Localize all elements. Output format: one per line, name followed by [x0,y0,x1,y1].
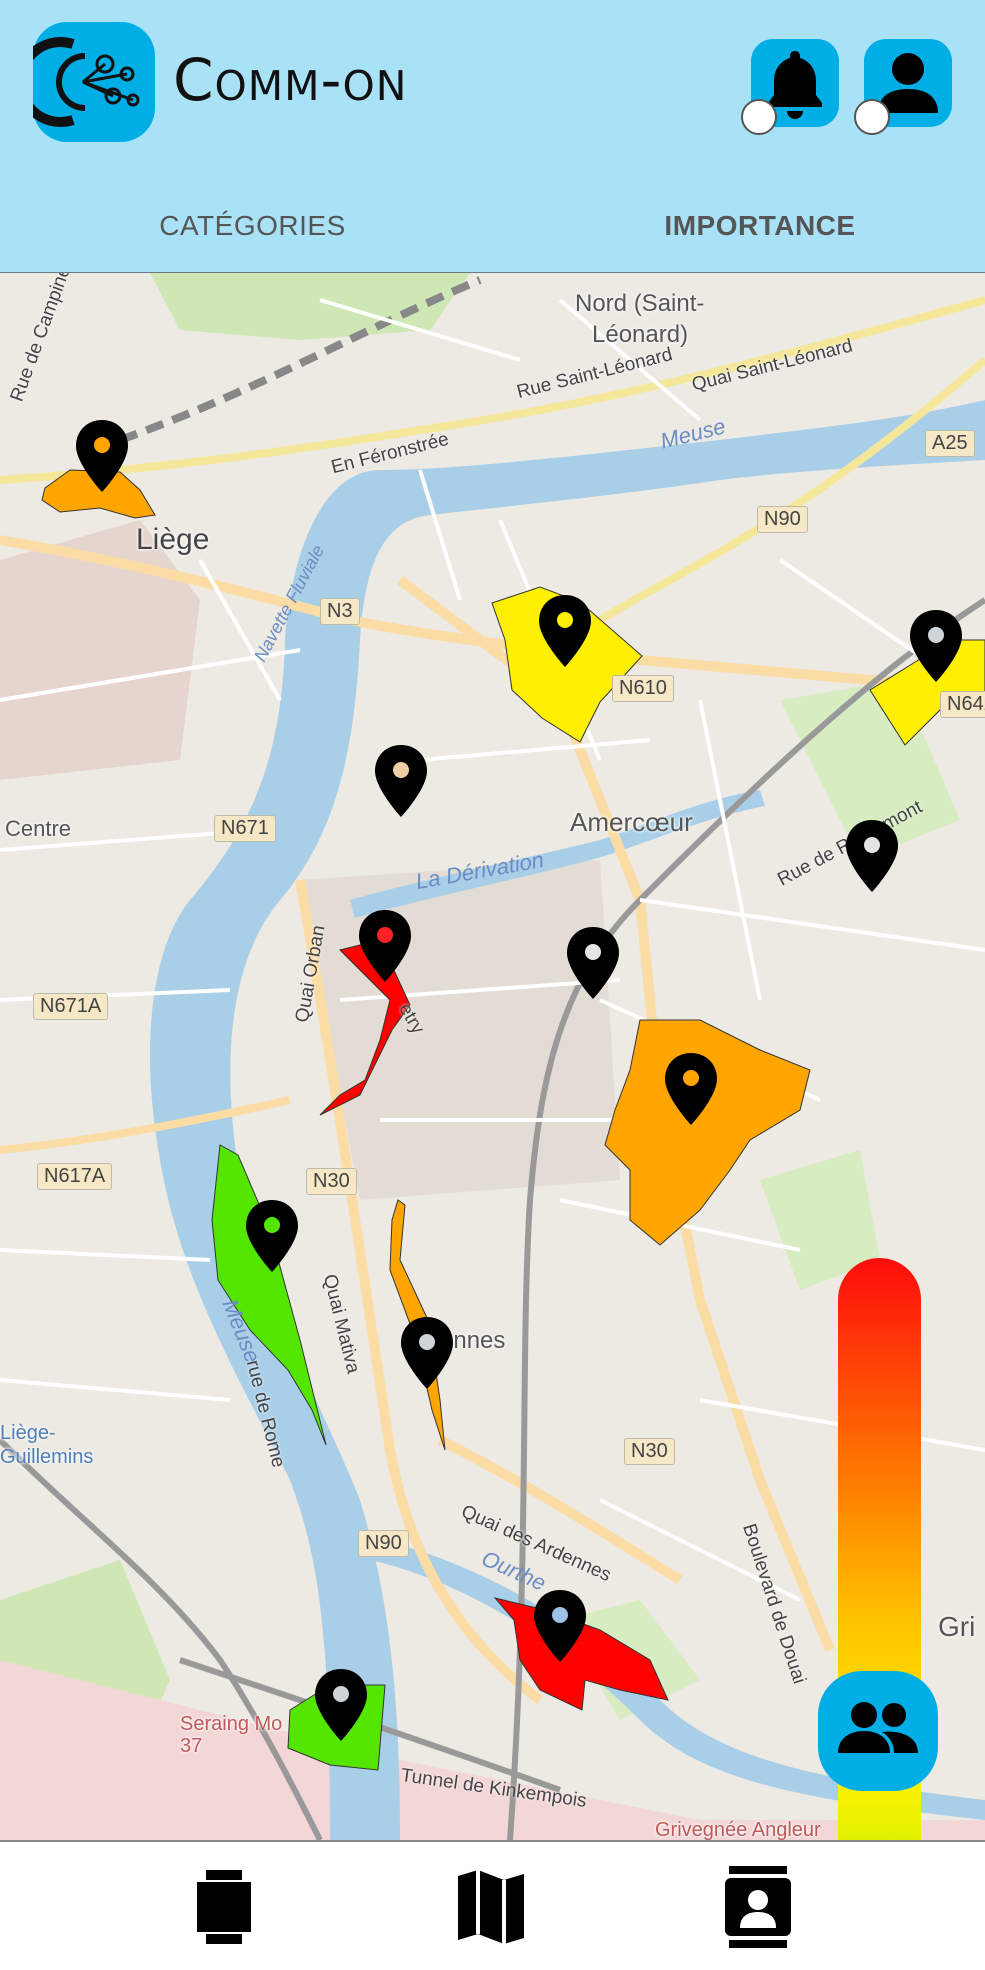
app-logo[interactable] [33,22,155,142]
road-label-n90-north: N90 [757,506,808,533]
road-label-n610: N610 [612,675,674,702]
place-label-guillemins: Liège-Guillemins [0,1422,94,1468]
nav-map-button[interactable] [446,1862,536,1952]
watch-icon [197,1870,251,1944]
issue-marker-red[interactable] [357,908,413,984]
road-label-n90-south: N90 [358,1530,409,1557]
road-label-a25: A25 [925,430,975,457]
road-label-n617a: N617A [37,1163,113,1190]
road-label-n671a: N671A [33,993,109,1020]
map-icon [458,1870,524,1944]
place-label-liege: Liège [136,523,210,556]
issue-marker-yellow[interactable] [537,593,593,669]
community-button[interactable] [818,1671,938,1791]
nav-watch-button[interactable] [179,1862,269,1952]
place-label-seraing: Seraing Mo 37 [180,1713,283,1757]
issue-marker-blue[interactable] [532,1588,588,1664]
people-icon [838,1702,918,1753]
place-label-centre: Centre [5,816,72,841]
place-label-leonard: Léonard) [592,321,689,348]
road-label-n3: N3 [320,598,360,625]
issue-marker-green[interactable] [244,1198,300,1274]
road-label-n642: N642 [940,691,985,718]
profile-button[interactable] [854,39,952,135]
place-label-gri: Gri [938,1611,976,1642]
nav-contacts-button[interactable] [713,1862,803,1952]
issue-marker-light-2[interactable] [565,925,621,1001]
issue-marker-orange[interactable] [74,418,130,494]
issue-marker-grey[interactable] [908,608,964,684]
issue-marker-orange-2[interactable] [663,1051,719,1127]
issue-marker-beige[interactable] [373,743,429,819]
place-label-grivegnee: Grivegnée Angleur [655,1819,821,1840]
road-label-n30-west: N30 [306,1168,357,1195]
place-label-nord: Nord (Saint- [575,290,705,317]
place-label-amercoeur: Amercœur [570,807,693,837]
logo-icon [33,37,140,127]
notifications-button[interactable] [741,39,839,135]
bottom-navigation [0,1840,985,1970]
road-label-n30-east: N30 [624,1438,675,1465]
map-view[interactable]: Nord (Saint- Léonard) Liège Centre Amerc… [0,273,985,1840]
tab-categories[interactable]: CATÉGORIES [130,210,375,242]
app-header: Comm-on CATÉGORIES IMPORTANCE [0,0,985,274]
issue-marker-light[interactable] [844,818,900,894]
notification-indicator [741,99,777,135]
road-label-n671: N671 [214,815,276,842]
profile-indicator [854,99,890,135]
contact-card-icon [725,1866,791,1948]
issue-marker-grey-2[interactable] [399,1315,455,1391]
app-root: Comm-on CATÉGORIES IMPORTANCE Nord (Sain… [0,0,985,1970]
issue-marker-grey-3[interactable] [313,1667,369,1743]
app-title: Comm-on [173,46,408,114]
tab-importance[interactable]: IMPORTANCE [640,210,880,242]
